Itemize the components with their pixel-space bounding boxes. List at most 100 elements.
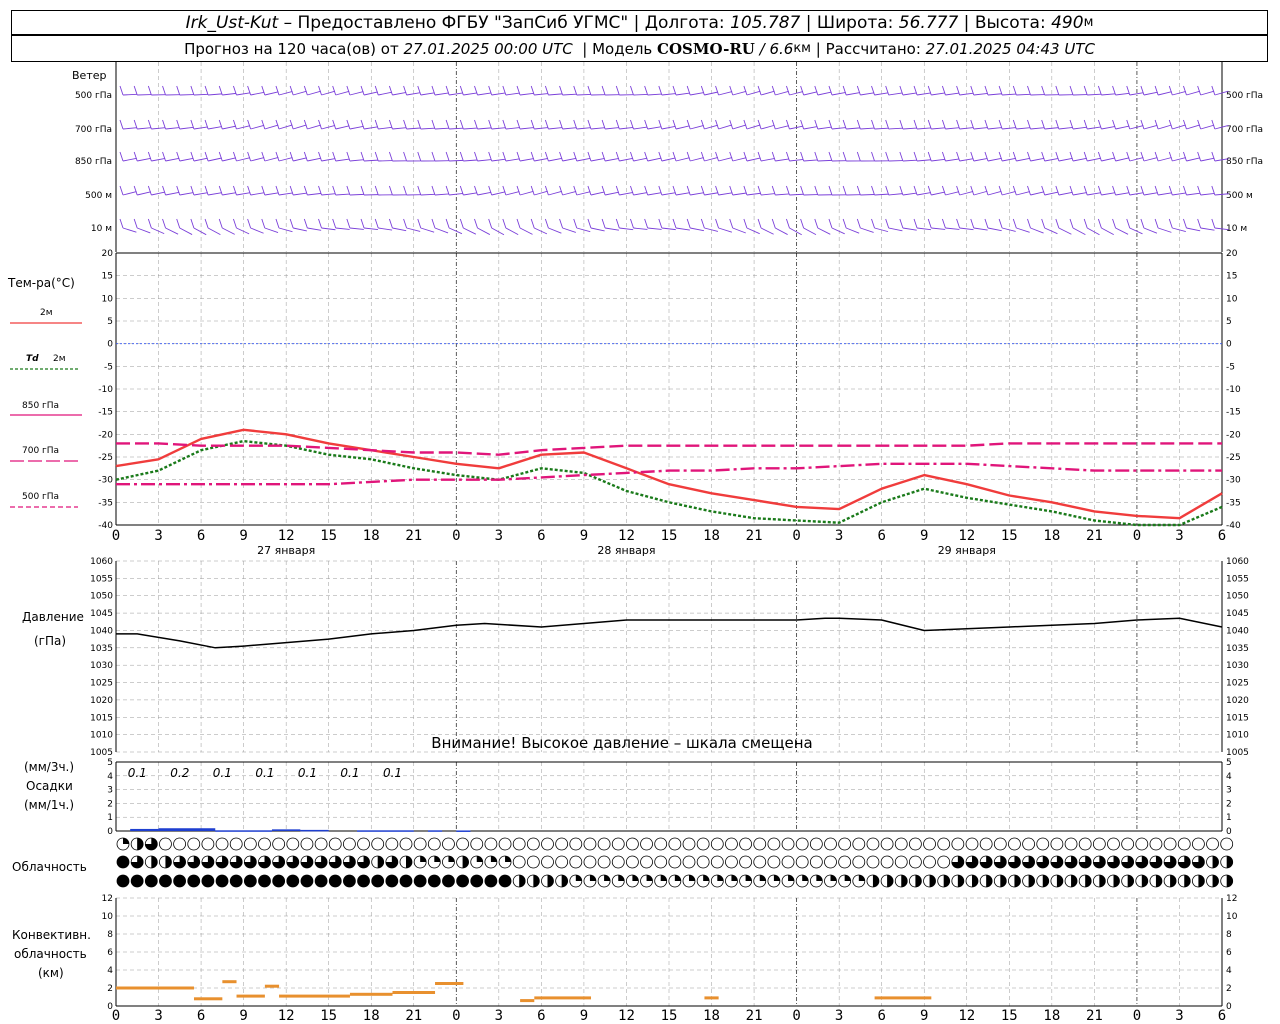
conv-xtick: 12	[278, 1008, 295, 1024]
wind-barb	[562, 191, 577, 196]
wind-barb	[335, 227, 350, 230]
temp-ytick-right: -20	[1226, 430, 1241, 440]
wind-barb-flag	[403, 151, 408, 162]
wind-barb-flag	[984, 185, 989, 196]
wind-barb	[1030, 127, 1045, 130]
wind-barb-flag	[247, 119, 252, 130]
conv-xtick: 3	[835, 1008, 843, 1024]
wind-barb-flag	[374, 151, 379, 162]
wind-barb	[1002, 227, 1016, 232]
wind-barb	[959, 190, 974, 196]
wind-barb-flag	[1097, 185, 1102, 196]
wind-barb-flag	[998, 151, 1003, 162]
wind-barb-flag	[176, 85, 181, 96]
wind-barb-flag	[247, 185, 252, 196]
cloud-symbol	[569, 855, 583, 869]
wind-barb-flag	[544, 151, 549, 162]
conv-bar	[116, 986, 194, 990]
wind-barb-flag	[1027, 218, 1031, 229]
wind-barb	[1186, 157, 1201, 162]
pressure-ytick-left: 1055	[90, 574, 113, 584]
wind-barb	[519, 158, 534, 162]
temp-ytick-right: 5	[1226, 317, 1232, 327]
pressure-ytick-left: 1020	[90, 696, 113, 706]
cloud-fill	[286, 875, 299, 887]
wind-barb-flag	[374, 218, 379, 229]
wind-barb	[945, 191, 960, 196]
conv-xtick: 21	[405, 1008, 422, 1024]
wind-barb-flag	[644, 151, 649, 162]
wind-barb	[945, 227, 960, 230]
wind-barb	[278, 192, 293, 196]
wind-barb-flag	[672, 151, 677, 162]
wind-barb	[746, 90, 761, 96]
conv-bar	[236, 994, 265, 998]
wind-barb	[1101, 126, 1116, 130]
wind-barb	[519, 190, 534, 196]
pressure-label: Давление	[22, 610, 84, 624]
conv-ytick-left: 6	[107, 948, 113, 958]
wind-barb	[1143, 192, 1158, 196]
wind-barb	[590, 227, 605, 232]
wind-barb	[987, 93, 1002, 96]
cloud-symbol	[824, 837, 837, 851]
wind-barb	[378, 227, 393, 231]
cloud-symbol	[357, 837, 370, 851]
wind-barb	[519, 227, 533, 235]
wind-barb-flag	[233, 119, 237, 130]
wind-barb-flag	[913, 218, 918, 229]
wind-barb-flag	[119, 85, 124, 96]
wind-barb-flag	[431, 85, 436, 96]
wind-barb	[293, 124, 307, 130]
cloud-symbol	[1036, 837, 1050, 851]
wind-barb-flag	[218, 151, 223, 162]
wind-barb-flag	[871, 218, 875, 229]
wind-barb-flag	[1211, 85, 1216, 96]
cloud-symbol	[880, 855, 894, 869]
wind-barb	[1002, 190, 1016, 196]
wind-barb-flag	[800, 119, 805, 130]
cloud-symbol	[795, 855, 809, 869]
wind-barb	[151, 227, 165, 235]
wind-barb-flag	[190, 85, 195, 96]
wind-barb	[463, 127, 478, 130]
cloud-symbol	[668, 837, 682, 851]
cloud-fill	[1028, 875, 1035, 887]
wind-barb-flag	[431, 218, 436, 229]
wind-barb	[1058, 127, 1073, 130]
conv-ytick-left: 2	[107, 984, 113, 994]
wind-barb-flag	[700, 119, 705, 130]
pressure-ytick-right: 1005	[1226, 748, 1249, 758]
cloud-symbol	[753, 837, 767, 851]
wind-barb	[1101, 93, 1116, 96]
wind-barb-flag	[885, 185, 890, 196]
wind-barb-flag	[871, 119, 875, 130]
wind-barb	[704, 91, 719, 96]
temp-xtick: 12	[618, 528, 635, 544]
wind-barb-flag	[431, 185, 436, 196]
wind-barb	[1200, 157, 1215, 162]
cloud-symbol	[215, 837, 229, 851]
cloud-symbol	[710, 837, 724, 851]
cloud-symbol	[937, 855, 951, 869]
wind-barb	[363, 227, 379, 231]
wind-barb	[122, 93, 138, 96]
wind-barb	[434, 92, 449, 96]
wind-barb	[761, 193, 776, 196]
cloud-symbol	[809, 837, 823, 851]
wind-barb-flag	[1168, 119, 1173, 130]
wind-barb	[633, 192, 648, 196]
wind-barb-flag	[715, 218, 719, 229]
wind-barb	[505, 158, 520, 162]
wind-barb	[179, 192, 194, 196]
precip-bar	[300, 829, 329, 832]
wind-barb-flag	[1211, 218, 1216, 229]
wind-barb	[321, 158, 336, 162]
wind-barb	[420, 92, 435, 96]
wind-barb-flag	[885, 151, 890, 162]
cloud-fill	[137, 838, 144, 850]
wind-barb	[959, 227, 974, 231]
pressure-unit: (гПа)	[34, 634, 66, 648]
wind-barb	[1115, 157, 1130, 162]
wind-barb-flag	[615, 151, 620, 162]
